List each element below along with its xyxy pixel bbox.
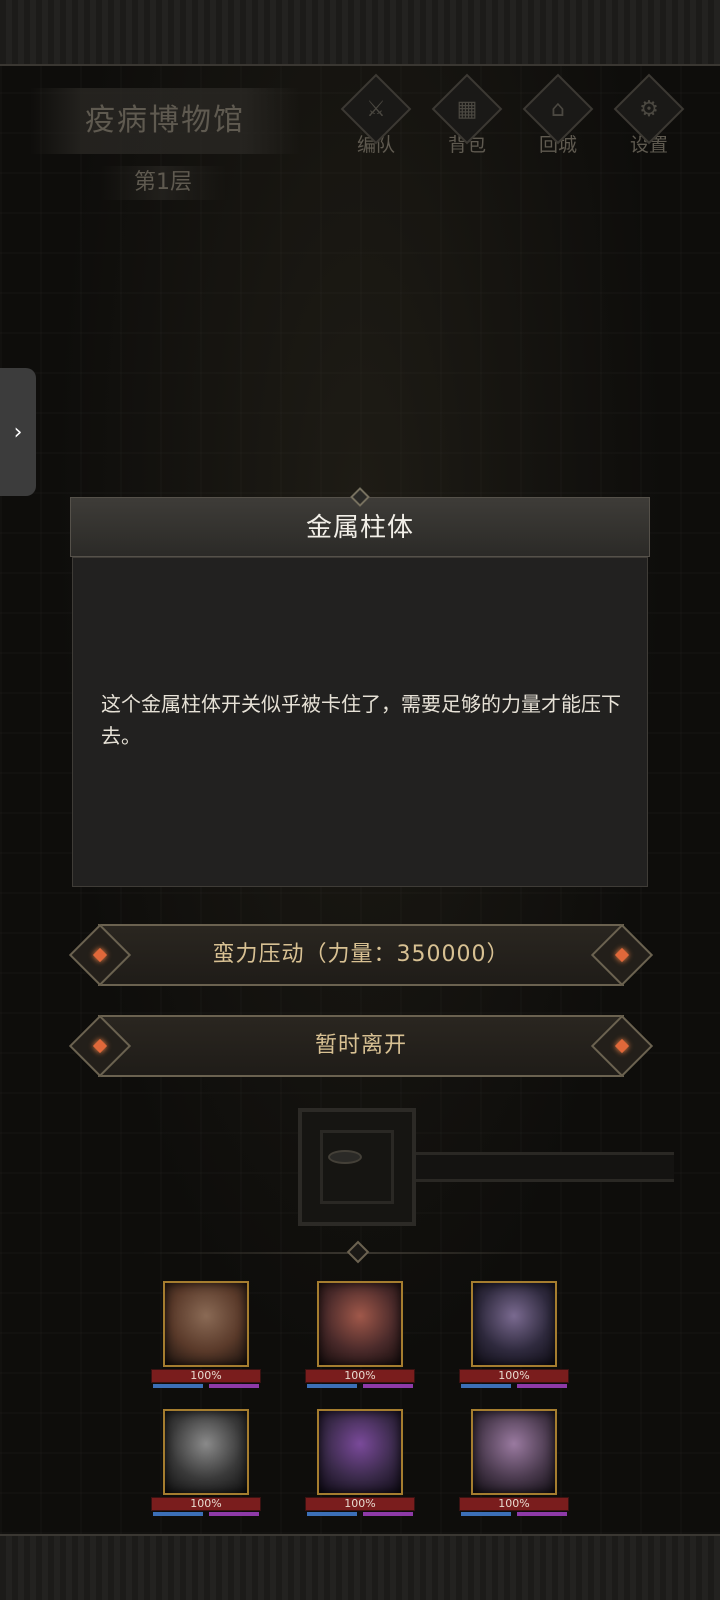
location-title: 疫病博物馆 [30, 88, 300, 154]
hero-hp-bar: 100% [151, 1497, 261, 1511]
floor-label: 第1层 [100, 166, 226, 200]
hero-portrait [317, 1281, 403, 1367]
dialog-title: 金属柱体 [305, 513, 414, 543]
energy-bar [363, 1384, 413, 1388]
side-panel-toggle[interactable]: › [0, 368, 36, 496]
mana-bar [307, 1512, 357, 1516]
hero-portrait [317, 1409, 403, 1495]
hero-hp-bar: 100% [305, 1497, 415, 1511]
hero-hp-bar: 100% [151, 1369, 261, 1383]
hero-portrait [163, 1409, 249, 1495]
dialog-body: 这个金属柱体开关似乎被卡住了，需要足够的力量才能压下去。 [72, 557, 648, 887]
hero-slot-2[interactable]: 100% [305, 1281, 415, 1391]
leave-button[interactable]: 暂时离开 [68, 1014, 654, 1078]
mana-bar [461, 1384, 511, 1388]
top-frame [0, 0, 720, 66]
event-dialog: 金属柱体 这个金属柱体开关似乎被卡住了，需要足够的力量才能压下去。 [70, 487, 650, 890]
hero-hp-bar: 100% [305, 1369, 415, 1383]
hero-slot-3[interactable]: 100% [459, 1281, 569, 1391]
hero-portrait [163, 1281, 249, 1367]
hero-portrait [471, 1409, 557, 1495]
lever-icon [328, 1150, 362, 1164]
dialog-text: 这个金属柱体开关似乎被卡住了，需要足够的力量才能压下去。 [101, 692, 621, 748]
return-town-button[interactable]: ⌂ 回城 [520, 73, 596, 160]
mana-bar [153, 1384, 203, 1388]
mana-bar [307, 1384, 357, 1388]
mana-bar [461, 1512, 511, 1516]
hero-slot-1[interactable]: 100% [151, 1281, 261, 1391]
team-button[interactable]: ⚔ 编队 [338, 73, 414, 160]
force-press-label: 蛮力压动（力量：350000） [98, 924, 624, 986]
hero-portrait [471, 1281, 557, 1367]
mana-bar [153, 1512, 203, 1516]
settings-button[interactable]: ⚙ 设置 [611, 73, 687, 160]
force-press-button[interactable]: 蛮力压动（力量：350000） [68, 923, 654, 987]
hero-hp-bar: 100% [459, 1369, 569, 1383]
leave-label: 暂时离开 [98, 1015, 624, 1077]
dialog-header: 金属柱体 [70, 487, 650, 557]
energy-bar [209, 1384, 259, 1388]
energy-bar [517, 1384, 567, 1388]
map-room [298, 1108, 416, 1226]
bottom-frame [0, 1534, 720, 1600]
hero-slot-5[interactable]: 100% [305, 1409, 415, 1519]
energy-bar [517, 1512, 567, 1516]
hero-hp-bar: 100% [459, 1497, 569, 1511]
map-corridor [416, 1152, 674, 1182]
energy-bar [209, 1512, 259, 1516]
backpack-button[interactable]: ▦ 背包 [429, 73, 505, 160]
chevron-right-icon: › [13, 419, 23, 445]
energy-bar [363, 1512, 413, 1516]
hero-slot-4[interactable]: 100% [151, 1409, 261, 1519]
hero-slot-6[interactable]: 100% [459, 1409, 569, 1519]
